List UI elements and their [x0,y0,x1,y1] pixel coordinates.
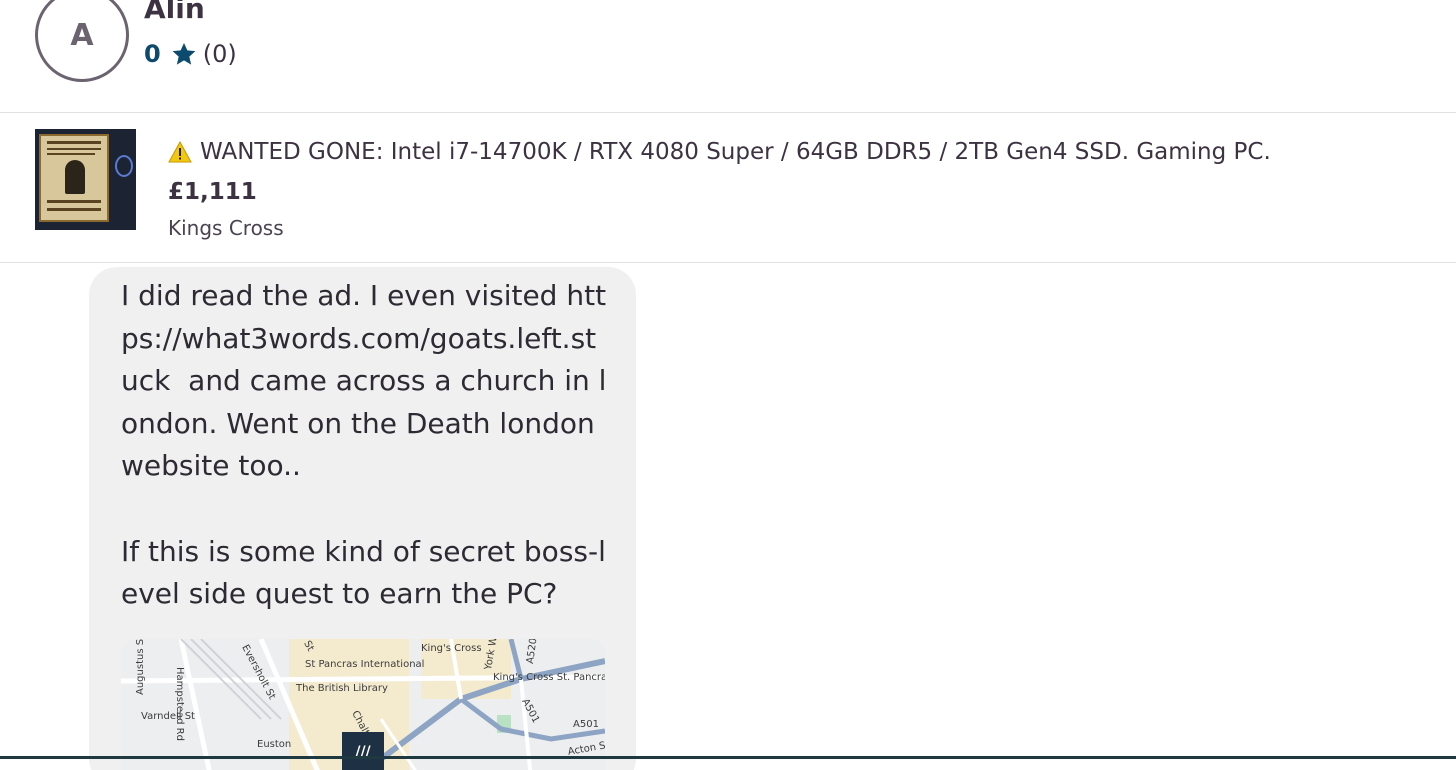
star-icon [172,42,196,65]
map-label-euston: Euston [257,739,292,750]
map-label-hampstead-rd: Hampstead Rd [174,667,185,741]
listing-price: £1,111 [168,179,257,205]
username[interactable]: Alin [144,0,205,25]
map-label-augustus-st: Augustus St [135,639,146,695]
listing-summary[interactable]: WANTED GONE: Intel i7-14700K / RTX 4080 … [0,113,1456,263]
user-rating[interactable]: 0 (0) [144,40,237,68]
listing-title-text: WANTED GONE: Intel i7-14700K / RTX 4080 … [200,139,1271,165]
map-label-kings-cross-st-pancras: King's Cross St. Pancras [493,672,605,683]
warning-icon [168,141,192,163]
message-text: I did read the ad. I even visited https:… [121,279,607,611]
map-preview[interactable]: King's Cross St Pancras International Ki… [121,639,605,770]
listing-thumbnail[interactable] [35,129,136,230]
map-label-st-pancras-intl: St Pancras International [305,659,425,670]
map-label-kings-cross: King's Cross [421,643,482,654]
map-label-a501-east: A501 [573,719,599,730]
rating-count: (0) [202,40,237,68]
avatar[interactable]: A [35,0,129,82]
what3words-pin[interactable]: /// [342,732,384,770]
message-bubble: I did read the ad. I even visited https:… [89,267,636,770]
map-label-british-library: The British Library [296,683,388,694]
map-label-varndell-st: Varndell St [141,711,195,722]
bottom-divider [0,756,1456,759]
listing-location: Kings Cross [168,216,284,240]
listing-title[interactable]: WANTED GONE: Intel i7-14700K / RTX 4080 … [168,139,1271,165]
avatar-letter: A [70,17,94,53]
wanted-poster-image [39,134,109,222]
rating-score: 0 [144,40,161,68]
chat-header: A Alin 0 (0) [0,0,1456,113]
